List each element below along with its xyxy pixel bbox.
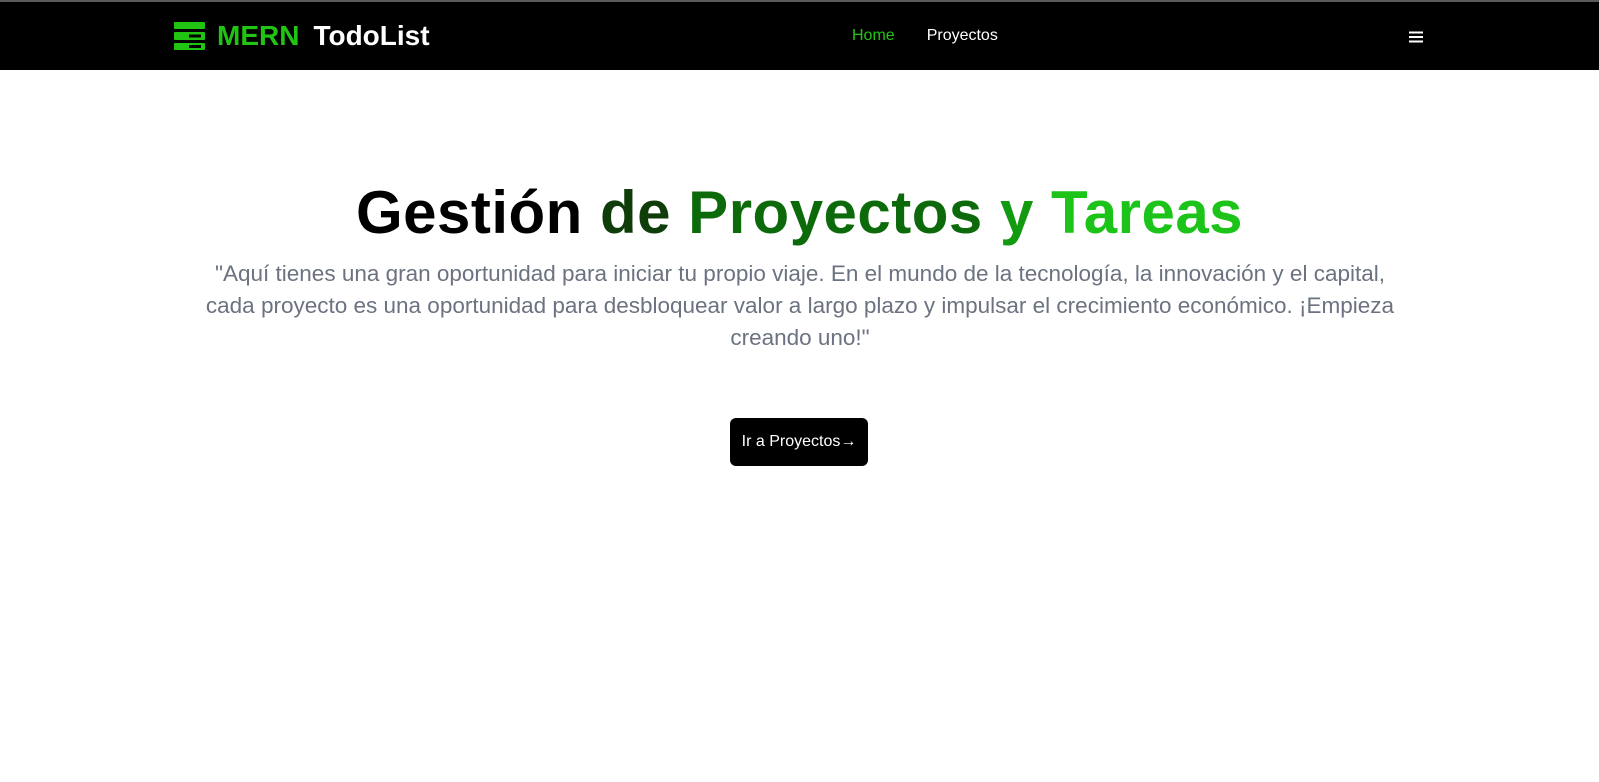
hero-description: "Aquí tienes una gran oportunidad para i… [205, 261, 1395, 350]
hero-title-word: Tareas [1051, 179, 1244, 246]
cta-label: Ir a Proyectos [741, 433, 841, 450]
brand-logo-link[interactable]: MERN TodoList [174, 20, 430, 52]
go-to-projects-button[interactable]: Ir a Proyectos → [730, 418, 868, 466]
main-nav: Home Proyectos [852, 25, 998, 47]
nav-link-proyectos[interactable]: Proyectos [927, 25, 998, 47]
hero-title: Gestión de Proyectos y Tareas [0, 178, 1599, 248]
hero-title-word: Proyectos [688, 179, 983, 246]
menu-toggle-button[interactable] [1404, 25, 1428, 49]
navbar: MERN TodoList Home Proyectos [0, 2, 1599, 70]
brand-name: TodoList [313, 20, 430, 51]
brand-prefix: MERN [217, 20, 300, 51]
hamburger-menu-icon [1409, 31, 1423, 43]
server-stack-icon [174, 22, 205, 50]
hero-title-word: y [999, 179, 1034, 246]
hero-title-word: Gestión [355, 179, 583, 246]
arrow-right-icon: → [840, 433, 857, 450]
hero-title-word: de [599, 179, 671, 246]
nav-link-home[interactable]: Home [852, 25, 895, 47]
